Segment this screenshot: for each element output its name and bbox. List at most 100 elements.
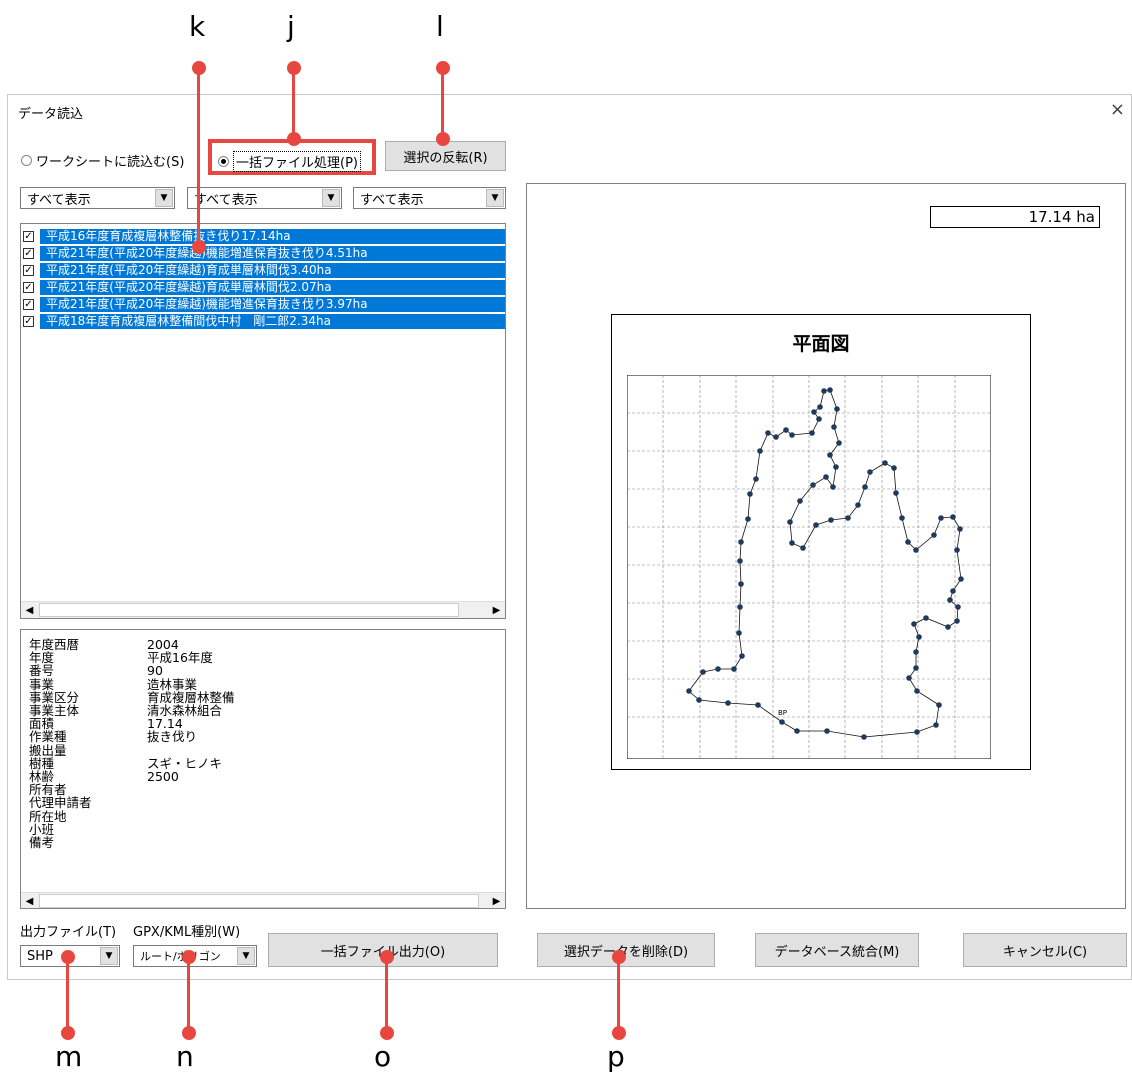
callout-m-dot [61,950,75,964]
filter-value-3: すべて表示 [360,192,424,208]
list-item-label: 平成21年度(平成20年度繰越)機能増進保育抜き伐り3.97ha [40,297,505,312]
detail-key: 番号 [29,663,55,679]
callout-k-dot [192,61,206,75]
list-item-label: 平成18年度育成複層林整備間伐中村 剛二郎2.34ha [40,314,505,329]
filter-value-1: すべて表示 [27,192,91,208]
list-item[interactable]: ✓ 平成16年度育成複層林整備抜き伐り17.14ha [23,228,505,245]
callout-o: o [374,1040,392,1073]
callout-m: m [55,1040,83,1073]
details-box: 年度西暦 2004 年度 平成16年度 番号 90 事業 造林事業 事業区分 育成複層林整… [20,629,506,909]
filter-value-2: すべて表示 [194,192,258,208]
radio-batch-label: 一括ファイル処理(P) [233,151,361,172]
chevron-down-icon[interactable]: ▼ [100,947,118,965]
scroll-thumb[interactable] [39,894,479,908]
callout-o-dot-end [380,1026,394,1040]
radio-worksheet-label: ワークシートに読込む(S) [36,155,185,170]
callout-k-line [197,66,200,246]
callout-l-dot [436,61,450,75]
scroll-thumb[interactable] [39,603,459,617]
data-listbox[interactable]: ✓ 平成16年度育成複層林整備抜き伐り17.14ha ✓ 平成21年度(平成20… [20,223,506,619]
checkbox-checked-icon[interactable]: ✓ [23,316,34,327]
callout-m-dot-end [61,1026,75,1040]
plan-view-frame: 平面図 BP [611,314,1031,770]
list-horizontal-scrollbar[interactable]: ◀ ▶ [21,601,505,618]
details-horizontal-scrollbar[interactable]: ◀ ▶ [21,892,505,908]
scroll-right-icon[interactable]: ▶ [488,893,505,908]
chevron-down-icon[interactable]: ▼ [322,189,340,207]
callout-j-dot-end [287,132,301,146]
detail-key: 事業 [29,676,55,692]
chevron-down-icon[interactable]: ▼ [155,189,173,207]
checkbox-checked-icon[interactable]: ✓ [23,282,34,293]
area-display: 17.14 ha [930,206,1100,228]
callout-n-dot-end [182,1026,196,1040]
radio-on-icon [218,156,229,167]
checkbox-checked-icon[interactable]: ✓ [23,231,34,242]
radio-worksheet[interactable]: ワークシートに読込む(S) [21,151,184,170]
radio-batch[interactable]: 一括ファイル処理(P) [218,151,361,172]
dialog-title: データ読込 [18,107,84,122]
detail-key: 備考 [29,835,55,850]
detail-value: 2500 [147,769,179,784]
detail-key: 代理申請者 [29,795,92,811]
callout-o-dot [380,950,394,964]
callout-p-dot [612,950,626,964]
callout-l-dot-end [436,132,450,146]
detail-key: 作業種 [29,729,67,745]
callout-m-line [66,956,69,1032]
scroll-right-icon[interactable]: ▶ [488,602,505,618]
filter-combo-1[interactable]: すべて表示 ▼ [20,187,175,209]
delete-selected-button[interactable]: 選択データを削除(D) [537,933,715,967]
list-item[interactable]: ✓ 平成21年度(平成20年度繰越)機能増進保育抜き伐り3.97ha [23,296,505,313]
callout-o-line [385,956,388,1032]
list-item[interactable]: ✓ 平成21年度(平成20年度繰越)機能増進保育抜き伐り4.51ha [23,245,505,262]
chevron-down-icon[interactable]: ▼ [486,189,504,207]
list-item[interactable]: ✓ 平成18年度育成複層林整備間伐中村 剛二郎2.34ha [23,313,505,330]
bp-label: BP [778,709,787,717]
detail-value: 90 [147,663,163,679]
list-item[interactable]: ✓ 平成21年度(平成20年度繰越)育成単層林間伐3.40ha [23,262,505,279]
detail-value: 造林事業 [147,676,198,692]
list-item-label: 平成21年度(平成20年度繰越)機能増進保育抜き伐り4.51ha [40,246,505,261]
callout-p-line [617,956,620,1032]
detail-key: 搬出量 [29,742,67,758]
output-file-label: 出力ファイル(T) [20,925,117,940]
db-merge-button[interactable]: データベース統合(M) [755,933,919,967]
checkbox-checked-icon[interactable]: ✓ [23,299,34,310]
callout-l-line [441,66,444,138]
list-item-label: 平成16年度育成複層林整備抜き伐り17.14ha [40,229,505,244]
callout-p: p [607,1040,625,1073]
detail-value: 抜き伐り [147,729,198,745]
plan-view-title: 平面図 [792,333,850,355]
callout-n-dot [182,950,196,964]
callout-k-dot-end [192,240,206,254]
callout-p-dot-end [612,1026,626,1040]
list-item-label: 平成21年度(平成20年度繰越)育成単層林間伐2.07ha [40,280,505,295]
callout-j: j [287,10,295,43]
plan-view-plot: BP [627,375,991,759]
details-list: 年度西暦 2004 年度 平成16年度 番号 90 事業 造林事業 事業区分 育成複層林整… [29,638,489,888]
callout-n-line [187,956,190,1032]
callout-n: n [176,1040,194,1073]
callout-j-dot [287,61,301,75]
filter-combo-2[interactable]: すべて表示 ▼ [187,187,342,209]
title-bar: データ読込 × [8,95,1131,125]
data-import-dialog: データ読込 × ワークシートに読込む(S) 一括ファイル処理(P) 選択の反転(… [7,94,1132,980]
filter-combo-3[interactable]: すべて表示 ▼ [353,187,506,209]
callout-l: l [436,10,444,43]
callout-j-line [292,66,295,138]
gpx-kml-label: GPX/KML種別(W) [133,925,241,940]
chevron-down-icon[interactable]: ▼ [237,947,255,965]
detail-key: 所在地 [29,808,67,824]
cancel-button[interactable]: キャンセル(C) [963,933,1127,967]
list-item-label: 平成21年度(平成20年度繰越)育成単層林間伐3.40ha [40,263,505,278]
preview-panel: 17.14 ha 平面図 BP [526,183,1126,909]
checkbox-checked-icon[interactable]: ✓ [23,248,34,259]
list-item[interactable]: ✓ 平成21年度(平成20年度繰越)育成単層林間伐2.07ha [23,279,505,296]
callout-k: k [189,10,206,43]
scroll-left-icon[interactable]: ◀ [21,893,38,908]
scroll-left-icon[interactable]: ◀ [21,602,38,618]
checkbox-checked-icon[interactable]: ✓ [23,265,34,276]
close-icon[interactable]: × [1110,99,1125,120]
radio-off-icon [21,155,32,166]
